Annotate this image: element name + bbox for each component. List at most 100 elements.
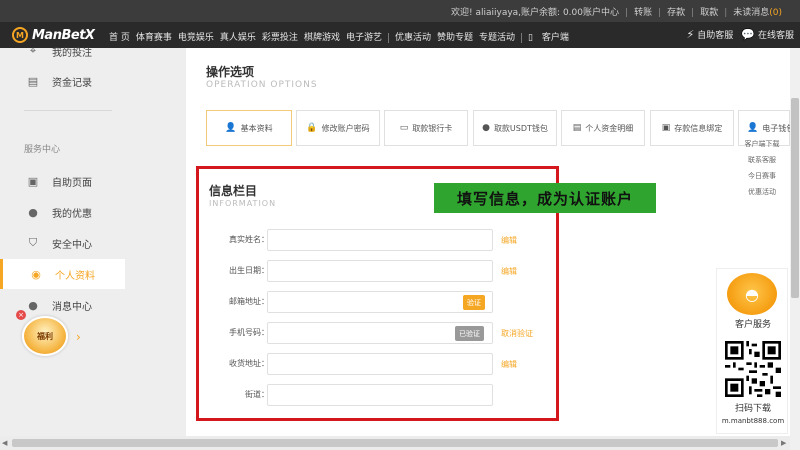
separator: | — [658, 8, 662, 18]
street-input[interactable] — [267, 384, 493, 406]
info-title: 信息栏目 — [209, 184, 258, 198]
shield-icon: ⛉ — [28, 236, 38, 249]
contact-support-link[interactable]: 联系客服 — [734, 152, 790, 168]
edit-link[interactable]: 编辑 — [501, 359, 517, 370]
birth-date-input[interactable] — [267, 260, 493, 282]
tab-change-password[interactable]: 🔒 修改账户密码 — [296, 110, 380, 146]
account-bar: 欢迎! aliaiiyaya,账户余额: 0.00 账户中心 | 转账 | 存款 | 取款 |… — [0, 0, 800, 22]
address-input[interactable] — [267, 353, 493, 375]
tab-usdt-wallet[interactable]: ● 取款USDT钱包 — [473, 110, 557, 146]
document-icon: ▤ — [27, 74, 39, 88]
promo-label: 福利 — [37, 331, 53, 341]
sidebar-item-label: 安全中心 — [52, 239, 92, 251]
nav-sponsorship[interactable]: 赞助专题 — [437, 33, 473, 43]
form-row-email: 邮箱地址： 验证 — [199, 291, 556, 313]
vertical-scrollbar[interactable] — [790, 48, 800, 450]
promo-close-button[interactable]: × — [16, 310, 26, 320]
tab-label: 存款信息绑定 — [674, 123, 723, 133]
scroll-left-icon[interactable]: ◀ — [2, 439, 7, 447]
info-subtitle: INFORMATION — [209, 199, 277, 208]
sidebar-item-label: 消息中心 — [52, 301, 92, 313]
nav-support: ⚡ 自助客服 💬 在线客服 — [679, 28, 794, 41]
account-center-link[interactable]: 账户中心 — [583, 5, 619, 18]
today-matches-link[interactable]: 今日赛事 — [734, 168, 790, 184]
wallet-icon: ▣ — [661, 123, 671, 133]
nav-slots[interactable]: 电子游艺 — [346, 33, 382, 43]
tab-label: 个人资金明细 — [585, 123, 634, 133]
nav-special-events[interactable]: 专题活动 — [479, 33, 515, 43]
sidebar-item-label: 我的投注 — [52, 47, 92, 59]
self-service-label: 自助客服 — [697, 31, 734, 41]
real-name-input[interactable] — [267, 229, 493, 251]
field-label: 收货地址： — [229, 359, 269, 368]
promotions-link[interactable]: 优惠活动 — [734, 184, 790, 200]
mobile-url: m.manbt888.com — [721, 417, 785, 425]
floating-quick-links: 客户端下载 联系客服 今日赛事 优惠活动 — [734, 136, 790, 200]
main-content: 操作选项 OPERATION OPTIONS 👤 基本资料 🔒 修改账户密码 ▭ 取款… — [186, 48, 794, 436]
form-row-real-name: 真实姓名： 编辑 — [199, 229, 556, 251]
sidebar-group-label: 服务中心 — [24, 145, 61, 155]
nav-client[interactable]: 客户端 — [542, 33, 569, 43]
pin-icon: ⌖ — [29, 44, 37, 57]
lock-icon: 🔒 — [306, 123, 318, 133]
client-download-link[interactable]: 客户端下载 — [734, 136, 790, 152]
edit-link[interactable]: 编辑 — [501, 266, 517, 277]
transfer-link[interactable]: 转账 — [634, 5, 652, 18]
separator: | — [724, 8, 728, 18]
gift-icon: ● — [28, 205, 38, 219]
sidebar-item-security[interactable]: ⛉ 安全中心 — [0, 228, 186, 258]
sidebar-item-self-service[interactable]: ▣ 自助页面 — [0, 166, 186, 196]
customer-service-widget[interactable]: ◓ 客户服务 扫码下载 m.manbt888.com — [716, 268, 788, 434]
user-circle-icon: ◉ — [31, 267, 41, 281]
tab-basic-info[interactable]: 👤 基本资料 — [206, 110, 292, 146]
promo-badge[interactable]: 福利 — [22, 316, 68, 356]
separator: | — [691, 8, 695, 18]
tab-fund-details[interactable]: ▤ 个人资金明细 — [561, 110, 645, 146]
tab-label: 修改账户密码 — [321, 123, 370, 133]
unread-messages-link[interactable]: 未读消息 — [733, 5, 769, 18]
section-subtitle: OPERATION OPTIONS — [206, 80, 318, 90]
sidebar-item-messages[interactable]: ● 消息中心 — [0, 290, 186, 320]
sidebar-item-label: 自助页面 — [52, 177, 92, 189]
field-label: 出生日期： — [229, 266, 269, 275]
nav-promotions[interactable]: 优惠活动 — [395, 33, 431, 43]
mobile-icon: ▯ — [528, 33, 533, 43]
deposit-link[interactable]: 存款 — [667, 5, 685, 18]
edit-link[interactable]: 编辑 — [501, 235, 517, 246]
chat-icon: ● — [28, 298, 38, 312]
cancel-verification-link[interactable]: 取消验证 — [501, 328, 533, 339]
information-panel: 信息栏目 INFORMATION 填写信息，成为认证账户 真实姓名： 编辑 出生… — [196, 166, 656, 421]
verify-email-button[interactable]: 验证 — [463, 295, 485, 310]
horizontal-scrollbar[interactable]: ◀ ▶ — [0, 436, 790, 450]
sidebar-item-my-promotions[interactable]: ● 我的优惠 — [0, 197, 186, 227]
self-service-button[interactable]: ⚡ 自助客服 — [687, 28, 734, 41]
sidebar-item-fund-records[interactable]: ▤ 资金记录 — [0, 66, 186, 96]
withdraw-link[interactable]: 取款 — [700, 5, 718, 18]
tab-deposit-binding[interactable]: ▣ 存款信息绑定 — [650, 110, 734, 146]
sidebar-item-profile[interactable]: ◉ 个人资料 — [0, 259, 125, 289]
tab-bank-card[interactable]: ▭ 取款银行卡 — [384, 110, 468, 146]
scan-download-label: 扫码下载 — [734, 404, 771, 414]
cs-title: 客户服务 — [734, 320, 771, 330]
qr-code-icon — [725, 341, 781, 397]
sidebar-item-my-bets[interactable]: ⌖ 我的投注 — [0, 36, 186, 66]
scroll-thumb[interactable] — [791, 98, 799, 298]
nav-live-casino[interactable]: 真人娱乐 — [220, 33, 256, 43]
chevron-right-icon[interactable]: › — [76, 330, 81, 344]
support-headset-icon: ◓ — [727, 273, 777, 315]
live-chat-button[interactable]: 💬 在线客服 — [741, 28, 794, 41]
form-row-street: 街道： — [199, 384, 556, 406]
section-title: 操作选项 — [206, 65, 255, 79]
monitor-icon: ▣ — [27, 174, 39, 188]
email-input[interactable] — [267, 291, 493, 313]
scroll-thumb[interactable] — [12, 439, 778, 447]
field-label: 真实姓名： — [229, 235, 269, 244]
field-label: 邮箱地址： — [229, 297, 269, 306]
nav-divider — [521, 32, 523, 43]
unread-count: (0) — [769, 8, 783, 18]
nav-lottery[interactable]: 彩票投注 — [262, 33, 298, 43]
scroll-right-icon[interactable]: ▶ — [781, 439, 786, 447]
nav-card-games[interactable]: 棋牌游戏 — [304, 33, 340, 43]
user-icon: 👤 — [225, 123, 237, 133]
tab-label: 取款USDT钱包 — [493, 123, 548, 133]
